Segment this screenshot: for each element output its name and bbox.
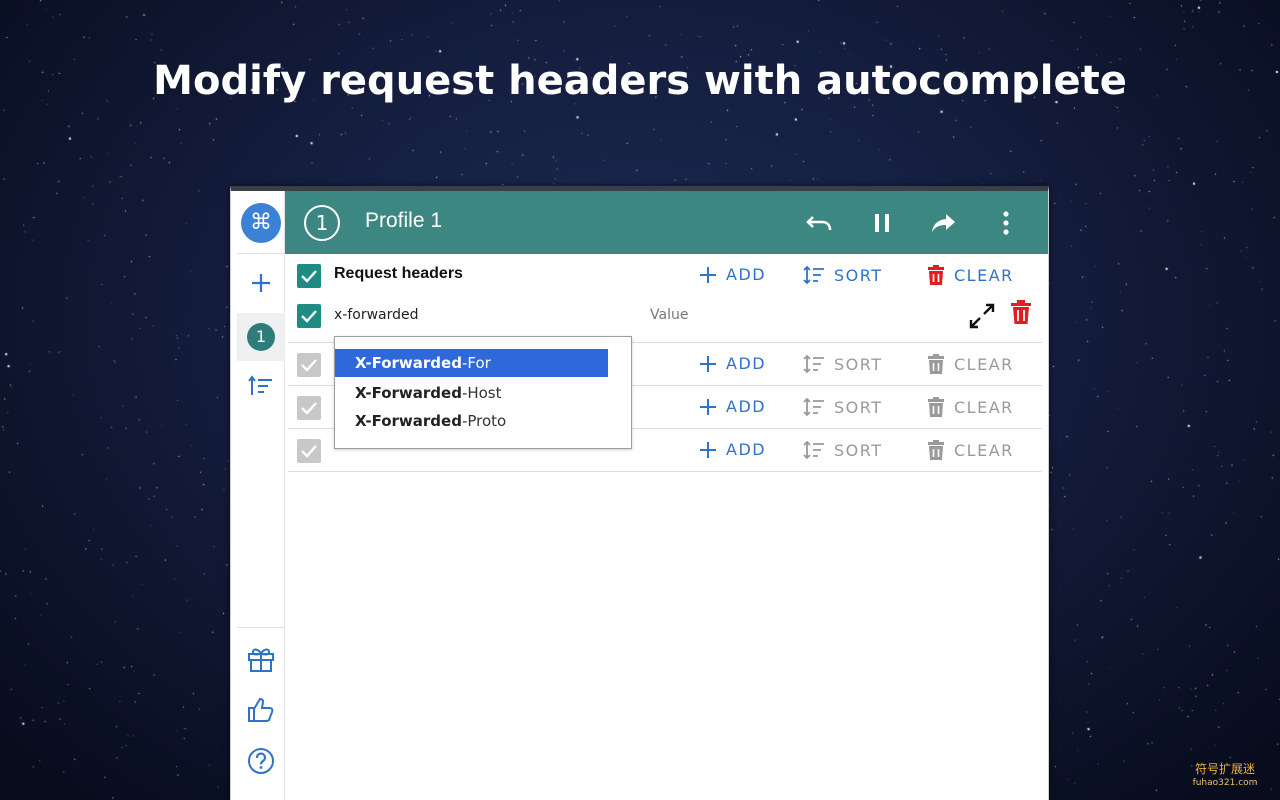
option-match: X-Forwarded <box>355 412 462 430</box>
sort-label: SORT <box>834 440 883 460</box>
help-icon <box>248 748 274 774</box>
more-menu-button[interactable] <box>990 207 1022 239</box>
clear-label: CLEAR <box>954 354 1014 374</box>
add-button[interactable]: ADD <box>699 397 766 416</box>
option-match: X-Forwarded <box>355 354 462 372</box>
check-icon <box>301 402 317 415</box>
clear-button[interactable]: CLEAR <box>927 397 1014 417</box>
request-headers-checkbox[interactable] <box>297 264 321 288</box>
sort-icon <box>248 375 272 395</box>
pause-button[interactable] <box>866 207 898 239</box>
trash-icon <box>928 265 944 285</box>
clear-label: CLEAR <box>954 265 1014 285</box>
command-icon[interactable]: ⌘ <box>241 203 281 243</box>
more-vert-icon <box>1003 211 1009 235</box>
expand-icon <box>969 303 995 329</box>
sort-icon <box>803 397 824 417</box>
autocomplete-option[interactable]: X-Forwarded-Host <box>335 379 608 407</box>
share-icon <box>932 214 955 232</box>
row-divider <box>288 471 1042 472</box>
profile-toolbar: 1 Profile 1 <box>285 191 1048 254</box>
sidebar: ⌘ 1 <box>237 191 285 800</box>
autocomplete-option[interactable]: X-Forwarded-Proto <box>335 407 608 435</box>
profile-badge: 1 <box>247 323 275 351</box>
sidebar-divider <box>237 253 285 254</box>
section-checkbox[interactable] <box>297 396 321 420</box>
autocomplete-dropdown: X-Forwarded-For X-Forwarded-Host X-Forwa… <box>334 336 632 449</box>
trash-icon <box>928 397 944 417</box>
clear-button[interactable]: CLEAR <box>927 265 1014 285</box>
plus-icon <box>700 398 716 415</box>
add-label: ADD <box>726 265 767 284</box>
gift-icon <box>248 648 274 672</box>
sidebar-item-profile-1[interactable]: 1 <box>237 313 285 361</box>
sort-label: SORT <box>834 397 883 417</box>
header-value-input[interactable]: Value <box>650 307 688 323</box>
watermark-url: fuhao321.com <box>1192 778 1258 788</box>
help-button[interactable] <box>243 743 279 779</box>
plus-icon <box>700 266 716 283</box>
add-button[interactable]: ADD <box>699 440 766 459</box>
request-headers-section: Request headers ADD SORT CLEAR <box>286 254 1042 297</box>
undo-button[interactable] <box>804 207 836 239</box>
header-name-input[interactable]: x-forwarded <box>334 307 419 323</box>
watermark: 符号扩展迷 fuhao321.com <box>1182 762 1268 790</box>
plus-icon <box>252 274 270 292</box>
add-button[interactable]: ADD <box>699 265 766 284</box>
autocomplete-option[interactable]: X-Forwarded-For <box>335 349 608 377</box>
sort-button[interactable]: SORT <box>803 354 882 374</box>
check-icon <box>301 310 317 323</box>
add-label: ADD <box>726 440 767 459</box>
extension-window: ⌘ 1 1 Profile 1 Request headers ADD SORT… <box>230 186 1049 800</box>
rate-button[interactable] <box>243 692 279 728</box>
sort-label: SORT <box>834 354 883 374</box>
sort-button[interactable]: SORT <box>803 440 882 460</box>
expand-button[interactable] <box>968 302 996 334</box>
delete-header-button[interactable] <box>1010 300 1032 328</box>
add-profile-button[interactable] <box>243 265 279 301</box>
trash-icon <box>1011 300 1031 324</box>
sort-icon <box>803 265 824 285</box>
page-headline: Modify request headers with autocomplete <box>153 58 1127 104</box>
sort-icon <box>803 354 824 374</box>
add-label: ADD <box>726 397 767 416</box>
option-suffix: -Host <box>461 384 502 402</box>
section-checkbox[interactable] <box>297 353 321 377</box>
add-label: ADD <box>726 354 767 373</box>
trash-icon <box>928 440 944 460</box>
check-icon <box>301 359 317 372</box>
sort-button[interactable]: SORT <box>803 265 882 285</box>
trash-icon <box>928 354 944 374</box>
sidebar-divider-bottom <box>237 627 285 628</box>
clear-label: CLEAR <box>954 397 1014 417</box>
sort-label: SORT <box>834 265 883 285</box>
undo-icon <box>806 216 832 231</box>
check-icon <box>301 445 317 458</box>
option-suffix: -Proto <box>461 412 507 430</box>
profile-number-badge: 1 <box>304 205 340 241</box>
share-button[interactable] <box>928 207 960 239</box>
section-title: Request headers <box>334 265 463 282</box>
gift-button[interactable] <box>243 641 279 677</box>
modifiers-panel: Request headers ADD SORT CLEAR x-forward… <box>286 254 1048 800</box>
clear-button[interactable]: CLEAR <box>927 440 1014 460</box>
header-row-checkbox[interactable] <box>297 304 321 328</box>
watermark-text: 符号扩展迷 <box>1194 762 1255 776</box>
profile-name[interactable]: Profile 1 <box>365 209 442 233</box>
thumbs-up-icon <box>248 697 274 722</box>
plus-icon <box>700 441 716 458</box>
clear-label: CLEAR <box>954 440 1014 460</box>
section-checkbox[interactable] <box>297 439 321 463</box>
sort-icon <box>803 440 824 460</box>
add-button[interactable]: ADD <box>699 354 766 373</box>
sort-profiles-button[interactable] <box>243 369 279 405</box>
clear-button[interactable]: CLEAR <box>927 354 1014 374</box>
pause-icon <box>875 214 889 232</box>
plus-icon <box>700 355 716 372</box>
option-match: X-Forwarded <box>355 384 462 402</box>
option-suffix: -For <box>461 354 491 372</box>
check-icon <box>301 270 317 283</box>
sort-button[interactable]: SORT <box>803 397 882 417</box>
